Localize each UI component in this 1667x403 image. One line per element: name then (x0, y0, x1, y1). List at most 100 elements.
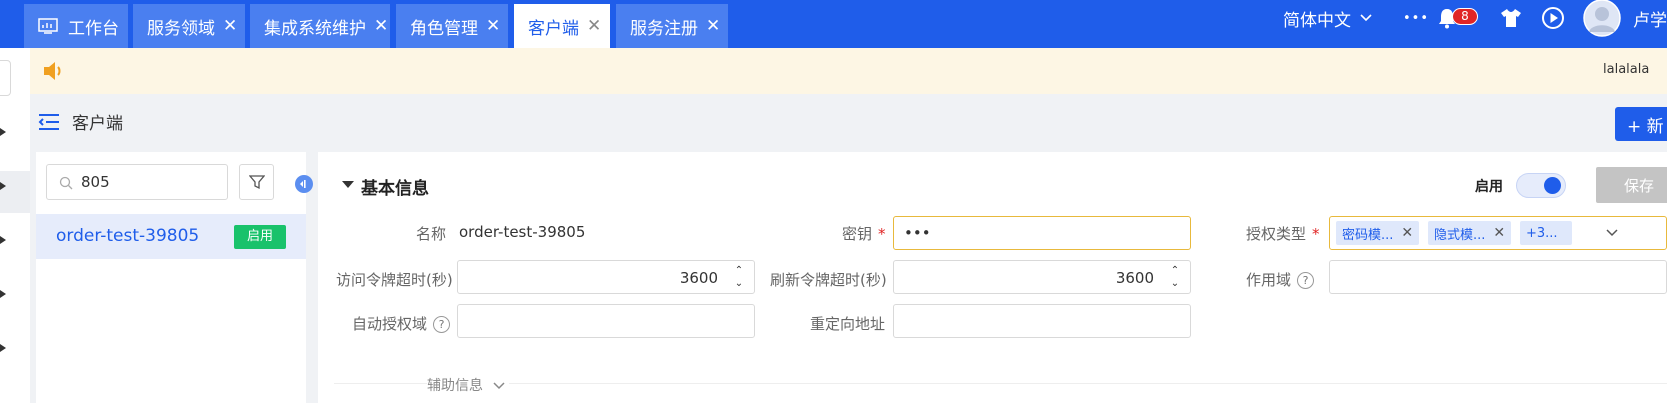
filter-icon (248, 175, 265, 190)
search-input[interactable] (81, 173, 221, 191)
more-icon: ••• (1403, 10, 1430, 26)
auto-scope-input[interactable] (457, 304, 755, 338)
auto-scope-label: 自动授权域? (352, 313, 451, 334)
close-icon[interactable]: ✕ (223, 16, 237, 36)
chevron-up-icon[interactable]: ⌃ (1171, 264, 1179, 277)
scope-input[interactable] (1329, 260, 1667, 294)
tab-client[interactable]: 客户端 ✕ (514, 4, 610, 48)
caret-down-icon[interactable] (342, 181, 354, 188)
language-label: 简体中文 (1283, 10, 1351, 31)
dashboard-icon (38, 18, 58, 34)
auto-scope-label-text: 自动授权域 (352, 315, 428, 333)
required-mark: * (878, 225, 886, 243)
tab-label: 集成系统维护 (264, 18, 366, 39)
aux-info-label: 辅助信息 (427, 378, 483, 394)
tab-label: 工作台 (68, 18, 119, 39)
redirect-url-input[interactable] (893, 304, 1191, 338)
tab-label: 服务注册 (630, 18, 698, 39)
refresh-timeout-value: 3600 (1115, 269, 1154, 287)
tab-label: 服务领域 (147, 18, 215, 39)
tab-integration-maintenance[interactable]: 集成系统维护 ✕ (250, 4, 390, 48)
menu-collapse-icon[interactable] (38, 113, 60, 131)
tab-label: 角色管理 (410, 18, 478, 39)
rail-expand-arrow-icon[interactable] (0, 128, 6, 136)
stepper-arrows[interactable]: ⌃ ⌄ (1168, 264, 1182, 290)
rail-selected-item[interactable] (0, 171, 30, 213)
tab-label: 客户端 (528, 18, 579, 39)
access-timeout-stepper[interactable]: 3600 ⌃ ⌄ (457, 260, 755, 294)
chevron-down-icon (1606, 229, 1618, 237)
grant-type-label-text: 授权类型 (1246, 225, 1307, 243)
chevron-down-icon (1360, 14, 1372, 22)
required-mark: * (1312, 225, 1320, 243)
close-icon[interactable]: ✕ (706, 16, 720, 36)
name-value: order-test-39805 (459, 223, 586, 241)
chevron-up-icon[interactable]: ⌃ (735, 264, 743, 277)
chevron-down-icon[interactable]: ⌄ (735, 277, 743, 290)
tab-workbench[interactable]: 工作台 (24, 4, 128, 48)
language-selector[interactable]: 简体中文 (1283, 0, 1373, 36)
aux-info-toggle[interactable]: 辅助信息 (427, 375, 510, 395)
close-icon[interactable]: ✕ (1493, 225, 1505, 241)
chevron-down-icon (493, 382, 505, 390)
enable-label: 启用 (1475, 179, 1503, 195)
secret-label: 密钥 * (842, 223, 886, 244)
notice-bar: lalalala (30, 48, 1667, 94)
notification-badge: 8 (1452, 8, 1478, 25)
chip-label: 密码模... (1342, 227, 1394, 243)
section-title[interactable]: 基本信息 (361, 174, 429, 199)
close-icon[interactable]: ✕ (1401, 225, 1413, 241)
rail-expand-arrow-icon[interactable] (0, 344, 6, 352)
skin-button[interactable] (1499, 0, 1523, 36)
user-avatar-icon (1583, 0, 1621, 37)
tab-role-management[interactable]: 角色管理 ✕ (396, 4, 508, 48)
grant-chip: 隐式模... ✕ (1428, 221, 1512, 245)
grant-chip: 密码模... ✕ (1336, 221, 1420, 245)
left-nav-rail (0, 48, 30, 403)
stepper-arrows[interactable]: ⌃ ⌄ (732, 264, 746, 290)
avatar[interactable] (1583, 0, 1621, 37)
close-icon[interactable]: ✕ (587, 16, 601, 36)
status-badge: 启用 (234, 225, 286, 249)
grant-chip-more[interactable]: +3... (1520, 221, 1572, 245)
list-item[interactable]: order-test-39805 启用 (36, 214, 306, 259)
chip-label: +3... (1526, 225, 1558, 241)
search-field[interactable] (46, 164, 228, 200)
more-menu-button[interactable]: ••• (1403, 0, 1429, 36)
page-title: 客户端 (72, 114, 123, 134)
notice-text: lalalala (1603, 62, 1650, 77)
user-name[interactable]: 卢学 (1633, 0, 1667, 36)
client-name: order-test-39805 (56, 226, 200, 246)
save-button[interactable]: 保存 (1596, 167, 1667, 203)
collapse-left-icon (300, 180, 306, 188)
access-timeout-value: 3600 (679, 269, 718, 287)
filter-button[interactable] (239, 164, 274, 200)
collapse-panel-button[interactable] (295, 175, 313, 193)
chevron-down-icon[interactable]: ⌄ (1171, 277, 1179, 290)
scope-label: 作用域? (1246, 269, 1315, 290)
close-icon[interactable]: ✕ (374, 16, 388, 36)
play-button[interactable] (1541, 0, 1565, 36)
help-icon[interactable]: ? (433, 316, 451, 333)
rail-expand-arrow-icon[interactable] (0, 182, 6, 190)
rail-expand-arrow-icon[interactable] (0, 236, 6, 244)
secret-field[interactable]: ••• (893, 216, 1191, 250)
play-circle-icon (1542, 7, 1564, 29)
chip-label: 隐式模... (1434, 227, 1486, 243)
top-bar: 工作台 服务领域 ✕ 集成系统维护 ✕ 角色管理 ✕ 客户端 ✕ 服务注册 ✕ … (0, 0, 1667, 48)
rail-search-box[interactable] (0, 60, 11, 96)
tshirt-icon (1501, 9, 1521, 27)
tab-service-registration[interactable]: 服务注册 ✕ (616, 4, 728, 48)
new-button[interactable]: + 新 (1615, 107, 1667, 141)
close-icon[interactable]: ✕ (486, 16, 500, 36)
search-icon (59, 176, 73, 190)
divider (334, 383, 1667, 384)
rail-expand-arrow-icon[interactable] (0, 290, 6, 298)
help-icon[interactable]: ? (1297, 272, 1315, 289)
grant-type-select[interactable]: 密码模... ✕ 隐式模... ✕ +3... (1329, 216, 1667, 250)
tab-service-domain[interactable]: 服务领域 ✕ (133, 4, 245, 48)
refresh-timeout-stepper[interactable]: 3600 ⌃ ⌄ (893, 260, 1191, 294)
enable-toggle[interactable] (1516, 173, 1566, 198)
refresh-timeout-label: 刷新令牌超时(秒) (770, 271, 887, 289)
speaker-icon (44, 62, 61, 80)
